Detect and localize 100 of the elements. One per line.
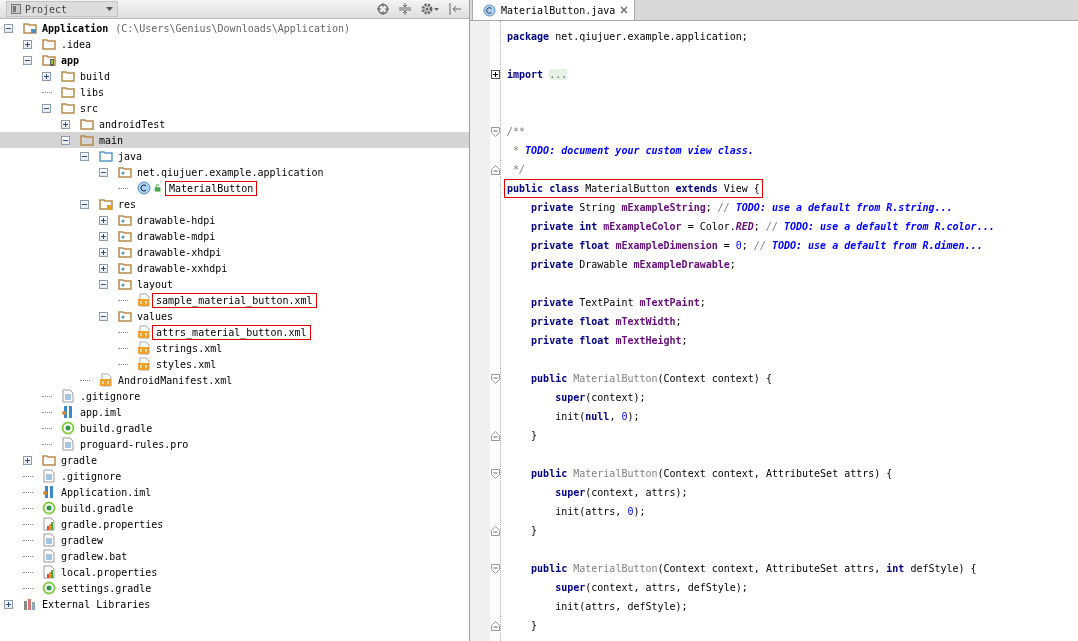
- collapse-icon[interactable]: [80, 199, 89, 209]
- tree-item[interactable]: layout: [0, 276, 469, 292]
- tree-item[interactable]: gradle.properties: [0, 516, 469, 532]
- tree-item[interactable]: Application.iml: [0, 484, 469, 500]
- expand-icon[interactable]: [99, 263, 108, 273]
- collapse-icon[interactable]: [61, 135, 70, 145]
- fold-icon[interactable]: [491, 620, 500, 631]
- tree-item[interactable]: MaterialButton: [0, 180, 469, 196]
- tree-item[interactable]: gradlew.bat: [0, 548, 469, 564]
- collapse-icon[interactable]: [4, 23, 13, 33]
- fold-icon[interactable]: [491, 468, 500, 479]
- tree-item[interactable]: gradle: [0, 452, 469, 468]
- tree-item-label: attrs_material_button.xml: [154, 326, 309, 338]
- tree-item[interactable]: src: [0, 100, 469, 116]
- tree-item[interactable]: Application (C:\Users\Genius\Downloads\Application): [0, 20, 469, 36]
- tree-item[interactable]: .gitignore: [0, 388, 469, 404]
- tree-item-label: MaterialButton: [167, 182, 256, 194]
- settings-icon[interactable]: [421, 3, 439, 15]
- tree-item[interactable]: gradlew: [0, 532, 469, 548]
- collapse-all-icon[interactable]: [399, 3, 411, 15]
- collapse-icon[interactable]: [99, 279, 108, 289]
- xml-file-icon: [137, 341, 151, 355]
- expand-icon[interactable]: [99, 247, 108, 257]
- fold-icon[interactable]: [491, 525, 500, 536]
- code-line: private float mTextWidth;: [530, 315, 683, 329]
- tree-item-label: res: [117, 198, 138, 210]
- fold-icon[interactable]: [491, 430, 500, 441]
- tree-item-label: sample_material_button.xml: [154, 294, 315, 306]
- tree-item[interactable]: AndroidManifest.xml: [0, 372, 469, 388]
- collapse-icon[interactable]: [99, 311, 108, 321]
- expand-icon[interactable]: [4, 599, 13, 609]
- collapse-icon[interactable]: [42, 103, 51, 113]
- code-line: public MaterialButton(Context context) {: [530, 372, 773, 386]
- caret-icon: [106, 7, 113, 11]
- hide-panel-icon[interactable]: [449, 3, 461, 15]
- view-dropdown[interactable]: Project: [6, 1, 118, 17]
- package-folder-icon: [118, 213, 132, 227]
- tree-item[interactable]: app.iml: [0, 404, 469, 420]
- tree-item[interactable]: main: [0, 132, 469, 148]
- tree-item[interactable]: sample_material_button.xml: [0, 292, 469, 308]
- tree-item-label: Application.iml: [60, 486, 153, 498]
- project-folder-icon: [23, 21, 37, 35]
- tree-item[interactable]: libs: [0, 84, 469, 100]
- tree-item-label: build.gradle: [60, 502, 135, 514]
- expand-icon[interactable]: [99, 215, 108, 225]
- expand-icon[interactable]: [23, 39, 32, 49]
- collapse-icon[interactable]: [99, 167, 108, 177]
- gradle-file-icon: [42, 581, 56, 595]
- tree-item[interactable]: settings.gradle: [0, 580, 469, 596]
- tree-item-label: libs: [79, 86, 106, 98]
- tree-item-label: app: [60, 54, 81, 66]
- tree-item-label: build: [79, 70, 112, 82]
- collapse-icon[interactable]: [23, 55, 32, 65]
- tree-item[interactable]: build: [0, 68, 469, 84]
- editor-tab[interactable]: MaterialButton.java: [472, 0, 636, 20]
- tree-item[interactable]: styles.xml: [0, 356, 469, 372]
- fold-icon[interactable]: [491, 373, 500, 384]
- module-file-icon: [61, 405, 75, 419]
- tree-item[interactable]: build.gradle: [0, 420, 469, 436]
- tree-item[interactable]: build.gradle: [0, 500, 469, 516]
- tree-item[interactable]: drawable-mdpi: [0, 228, 469, 244]
- expand-icon[interactable]: [42, 71, 51, 81]
- tree-item[interactable]: net.qiujuer.example.application: [0, 164, 469, 180]
- tree-item[interactable]: res: [0, 196, 469, 212]
- tree-item[interactable]: attrs_material_button.xml: [0, 324, 469, 340]
- tree-item[interactable]: .gitignore: [0, 468, 469, 484]
- tree-item-label: java: [117, 150, 144, 162]
- target-icon[interactable]: [377, 3, 389, 15]
- collapse-icon[interactable]: [80, 151, 89, 161]
- expand-icon[interactable]: [23, 455, 32, 465]
- tree-item[interactable]: strings.xml: [0, 340, 469, 356]
- tree-item[interactable]: drawable-hdpi: [0, 212, 469, 228]
- expand-icon[interactable]: [61, 119, 70, 129]
- fold-icon[interactable]: [491, 126, 500, 137]
- text-file-icon: [61, 437, 75, 451]
- fold-icon[interactable]: [491, 164, 500, 175]
- tree-item[interactable]: .idea: [0, 36, 469, 52]
- tree-item-label: main: [98, 134, 125, 146]
- tree-item[interactable]: androidTest: [0, 116, 469, 132]
- tree-item-label: gradlew: [60, 534, 105, 546]
- expand-icon[interactable]: [491, 70, 500, 79]
- package-folder-icon: [118, 165, 132, 179]
- tree-item[interactable]: local.properties: [0, 564, 469, 580]
- tree-item[interactable]: values: [0, 308, 469, 324]
- tree-item[interactable]: drawable-xxhdpi: [0, 260, 469, 276]
- panel-icon: [11, 4, 21, 14]
- expand-icon[interactable]: [99, 231, 108, 241]
- close-icon[interactable]: [620, 6, 629, 14]
- tree-item[interactable]: drawable-xhdpi: [0, 244, 469, 260]
- tree-item-label: .idea: [60, 38, 93, 50]
- tree-item[interactable]: External Libraries: [0, 596, 469, 612]
- code-line: */: [512, 163, 527, 177]
- tree-item[interactable]: proguard-rules.pro: [0, 436, 469, 452]
- fold-icon[interactable]: [491, 563, 500, 574]
- tree-item-label: proguard-rules.pro: [79, 438, 190, 450]
- package-folder-icon: [118, 309, 132, 323]
- text-file-icon: [42, 549, 56, 563]
- tree-item[interactable]: java: [0, 148, 469, 164]
- tree-item[interactable]: app: [0, 52, 469, 68]
- xml-file-icon: [99, 373, 113, 387]
